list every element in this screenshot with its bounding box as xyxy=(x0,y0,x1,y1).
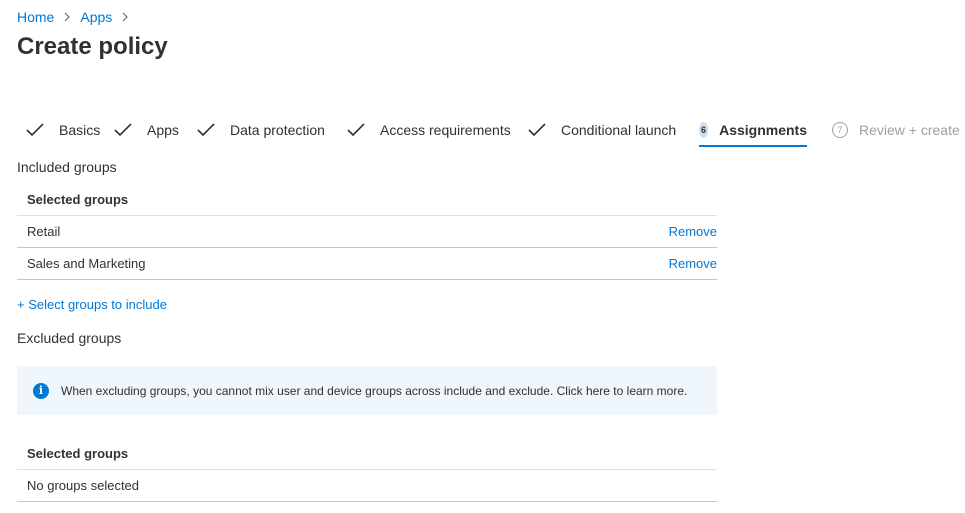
tab-conditional-launch[interactable]: Conditional launch xyxy=(527,113,676,147)
tab-access-requirements[interactable]: Access requirements xyxy=(346,113,511,147)
tab-basics-label: Basics xyxy=(59,122,101,138)
tab-assignments-label: Assignments xyxy=(719,122,807,138)
select-groups-to-include-link[interactable]: + Select groups to include xyxy=(17,297,167,312)
table-row-empty: No groups selected xyxy=(17,470,717,502)
remove-button[interactable]: Remove xyxy=(669,256,717,271)
tab-access-requirements-label: Access requirements xyxy=(380,122,511,138)
breadcrumb-home-link[interactable]: Home xyxy=(17,9,54,25)
remove-button[interactable]: Remove xyxy=(669,224,717,239)
tab-review-create[interactable]: 7 Review + create xyxy=(832,113,960,147)
table-header: Selected groups xyxy=(17,184,717,216)
excluded-groups-table: Selected groups No groups selected xyxy=(17,438,717,502)
excluded-groups-heading: Excluded groups xyxy=(17,330,122,346)
group-name: Retail xyxy=(27,224,61,239)
checkmark-icon xyxy=(196,120,216,140)
included-groups-table: Selected groups Retail Remove Sales and … xyxy=(17,184,717,280)
chevron-right-icon xyxy=(119,11,131,23)
step-number-badge: 6 xyxy=(699,122,709,138)
checkmark-icon xyxy=(346,120,366,140)
included-groups-heading: Included groups xyxy=(17,159,117,175)
table-header: Selected groups xyxy=(17,438,717,470)
wizard-steps: Basics Apps Data protection Access requi… xyxy=(17,113,965,147)
tab-assignments[interactable]: 6 Assignments xyxy=(699,113,807,147)
breadcrumb: Home Apps xyxy=(17,8,138,26)
tab-data-protection[interactable]: Data protection xyxy=(196,113,325,147)
table-row: Sales and Marketing Remove xyxy=(17,248,717,280)
page-title: Create policy xyxy=(17,33,168,60)
tab-apps[interactable]: Apps xyxy=(113,113,179,147)
checkmark-icon xyxy=(527,120,547,140)
breadcrumb-apps-link[interactable]: Apps xyxy=(80,9,112,25)
tab-basics[interactable]: Basics xyxy=(25,113,100,147)
chevron-right-icon xyxy=(61,11,73,23)
checkmark-icon xyxy=(113,120,133,140)
step-number-badge: 7 xyxy=(832,122,848,138)
tab-apps-label: Apps xyxy=(147,122,179,138)
group-name: Sales and Marketing xyxy=(27,256,146,271)
info-message-bar[interactable]: i When excluding groups, you cannot mix … xyxy=(17,366,717,415)
tab-data-protection-label: Data protection xyxy=(230,122,325,138)
info-icon: i xyxy=(33,382,49,399)
info-message-text: When excluding groups, you cannot mix us… xyxy=(61,383,688,398)
tab-conditional-launch-label: Conditional launch xyxy=(561,122,677,138)
empty-state-text: No groups selected xyxy=(27,478,140,493)
checkmark-icon xyxy=(25,120,45,140)
table-row: Retail Remove xyxy=(17,216,717,248)
tab-review-create-label: Review + create xyxy=(859,122,960,138)
